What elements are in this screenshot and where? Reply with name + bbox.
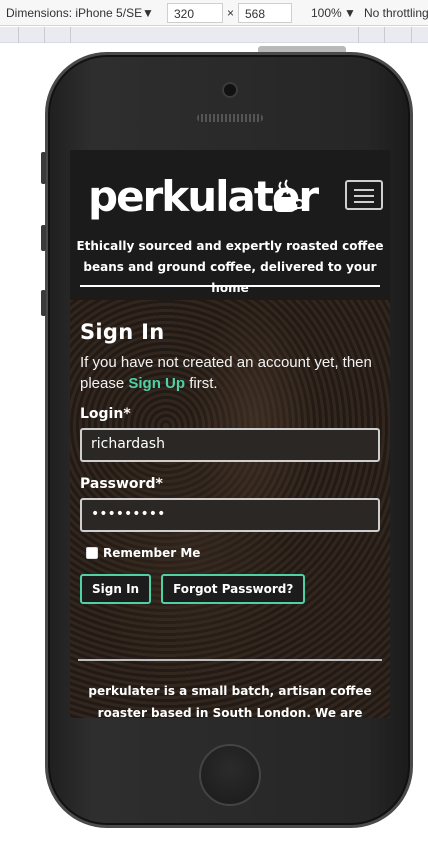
front-camera (222, 82, 238, 98)
site-header: perkulater Ethically sourced and expertl… (70, 150, 390, 295)
signin-intro: If you have not created an account yet, … (80, 352, 380, 394)
mute-switch (41, 152, 46, 184)
forgot-password-button[interactable]: Forgot Password? (161, 574, 306, 604)
devtools-toolbar: Dimensions: iPhone 5/SE ▼ 320 × 568 100%… (0, 0, 428, 26)
site-tagline: Ethically sourced and expertly roasted c… (76, 239, 384, 295)
earpiece-speaker (197, 114, 263, 122)
form-actions: Sign In Forgot Password? (80, 574, 380, 604)
volume-down-button (41, 290, 46, 316)
dimensions-select[interactable]: Dimensions: iPhone 5/SE (6, 6, 142, 20)
intro-text: If you have not created an account yet, … (80, 354, 372, 392)
password-input[interactable]: ••••••••• (80, 498, 380, 532)
login-label: Login* (80, 406, 131, 422)
home-button[interactable] (199, 744, 261, 806)
coffee-cup-icon (274, 179, 304, 212)
remember-me-label[interactable]: Remember Me (103, 546, 200, 560)
footer-divider (78, 659, 382, 661)
chevron-down-icon[interactable]: ▼ (142, 6, 154, 20)
password-label: Password* (80, 476, 163, 492)
footer-about-text: perkulater is a small batch, artisan cof… (88, 684, 372, 718)
header-divider (80, 285, 380, 287)
width-input[interactable]: 320 (167, 3, 223, 23)
signin-form: Sign In If you have not created an accou… (80, 320, 380, 604)
height-input[interactable]: 568 (238, 3, 292, 23)
hamburger-menu-icon[interactable] (345, 180, 383, 210)
chevron-down-icon[interactable]: ▼ (344, 6, 356, 20)
remember-me-checkbox[interactable] (86, 547, 98, 559)
throttling-select[interactable]: No throttling (364, 6, 428, 20)
sign-in-button[interactable]: Sign In (80, 574, 152, 604)
signup-link[interactable]: Sign Up (128, 375, 185, 392)
zoom-select[interactable]: 100% (311, 6, 342, 20)
login-input[interactable]: richardash (80, 428, 380, 462)
volume-up-button (41, 225, 46, 251)
remember-me-row: Remember Me (86, 546, 380, 560)
page-title: Sign In (80, 320, 165, 344)
times-separator: × (227, 6, 235, 20)
intro-suffix: first. (185, 375, 218, 392)
phone-screen: perkulater Ethically sourced and expertl… (70, 150, 390, 718)
media-query-ruler (0, 27, 428, 43)
